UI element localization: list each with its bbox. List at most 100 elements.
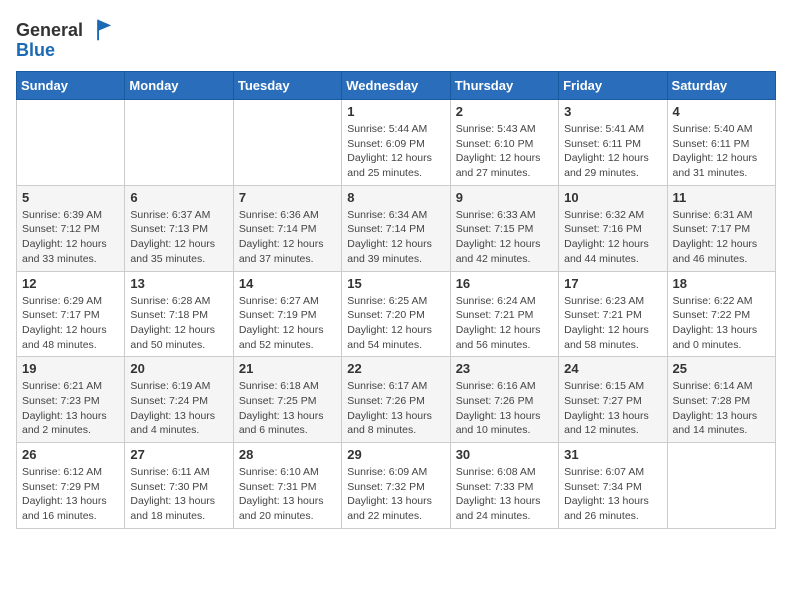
logo-flag-icon — [85, 16, 113, 44]
day-number: 27 — [130, 447, 227, 462]
day-number: 24 — [564, 361, 661, 376]
weekday-header-thursday: Thursday — [450, 72, 558, 100]
day-info: Sunrise: 6:29 AM Sunset: 7:17 PM Dayligh… — [22, 294, 119, 353]
day-number: 17 — [564, 276, 661, 291]
calendar-cell: 18Sunrise: 6:22 AM Sunset: 7:22 PM Dayli… — [667, 271, 775, 357]
calendar-cell: 5 Sunrise: 6:39 AM Sunset: 7:12 PM Daylig… — [17, 185, 125, 271]
calendar-cell: 20 Sunrise: 6:19 AM Sunset: 7:24 PM Dayli… — [125, 357, 233, 443]
calendar-cell: 21 Sunrise: 6:18 AM Sunset: 7:25 PM Dayli… — [233, 357, 341, 443]
day-number: 30 — [456, 447, 553, 462]
day-info: Sunrise: 6:11 AM Sunset: 7:30 PM Dayligh… — [130, 465, 227, 524]
day-number: 9 — [456, 190, 553, 205]
day-info: Sunrise: 6:28 AM Sunset: 7:18 PM Dayligh… — [130, 294, 227, 353]
day-info: Sunrise: 5:44 AM Sunset: 6:09 PM Dayligh… — [347, 122, 444, 181]
day-number: 16 — [456, 276, 553, 291]
day-number: 29 — [347, 447, 444, 462]
calendar-cell: 16 Sunrise: 6:24 AM Sunset: 7:21 PM Dayli… — [450, 271, 558, 357]
weekday-header-sunday: Sunday — [17, 72, 125, 100]
day-info: Sunrise: 6:37 AM Sunset: 7:13 PM Dayligh… — [130, 208, 227, 267]
calendar-cell — [125, 100, 233, 186]
day-number: 31 — [564, 447, 661, 462]
day-number: 1 — [347, 104, 444, 119]
page-header: General Blue — [16, 16, 776, 61]
day-info: Sunrise: 5:40 AM Sunset: 6:11 PM Dayligh… — [673, 122, 770, 181]
day-info: Sunrise: 6:18 AM Sunset: 7:25 PM Dayligh… — [239, 379, 336, 438]
calendar-cell: 26 Sunrise: 6:12 AM Sunset: 7:29 PM Dayli… — [17, 443, 125, 529]
logo: General Blue — [16, 16, 113, 61]
calendar-cell: 11 Sunrise: 6:31 AM Sunset: 7:17 PM Dayli… — [667, 185, 775, 271]
day-number: 12 — [22, 276, 119, 291]
day-number: 28 — [239, 447, 336, 462]
logo-general-text: General — [16, 20, 83, 41]
calendar-cell — [233, 100, 341, 186]
day-number: 11 — [673, 190, 770, 205]
day-info: Sunrise: 5:41 AM Sunset: 6:11 PM Dayligh… — [564, 122, 661, 181]
day-number: 25 — [673, 361, 770, 376]
day-number: 21 — [239, 361, 336, 376]
calendar-cell: 23 Sunrise: 6:16 AM Sunset: 7:26 PM Dayli… — [450, 357, 558, 443]
calendar-week-row: 12 Sunrise: 6:29 AM Sunset: 7:17 PM Dayli… — [17, 271, 776, 357]
day-info: Sunrise: 5:43 AM Sunset: 6:10 PM Dayligh… — [456, 122, 553, 181]
day-info: Sunrise: 6:39 AM Sunset: 7:12 PM Dayligh… — [22, 208, 119, 267]
weekday-header-tuesday: Tuesday — [233, 72, 341, 100]
calendar-cell: 9Sunrise: 6:33 AM Sunset: 7:15 PM Daylig… — [450, 185, 558, 271]
calendar-week-row: 5 Sunrise: 6:39 AM Sunset: 7:12 PM Daylig… — [17, 185, 776, 271]
day-info: Sunrise: 6:34 AM Sunset: 7:14 PM Dayligh… — [347, 208, 444, 267]
day-info: Sunrise: 6:21 AM Sunset: 7:23 PM Dayligh… — [22, 379, 119, 438]
day-info: Sunrise: 6:36 AM Sunset: 7:14 PM Dayligh… — [239, 208, 336, 267]
calendar-cell — [667, 443, 775, 529]
calendar-cell: 8Sunrise: 6:34 AM Sunset: 7:14 PM Daylig… — [342, 185, 450, 271]
calendar-cell: 22 Sunrise: 6:17 AM Sunset: 7:26 PM Dayli… — [342, 357, 450, 443]
day-info: Sunrise: 6:14 AM Sunset: 7:28 PM Dayligh… — [673, 379, 770, 438]
calendar-table: SundayMondayTuesdayWednesdayThursdayFrid… — [16, 71, 776, 529]
weekday-header-monday: Monday — [125, 72, 233, 100]
calendar-cell: 3 Sunrise: 5:41 AM Sunset: 6:11 PM Daylig… — [559, 100, 667, 186]
day-number: 23 — [456, 361, 553, 376]
day-info: Sunrise: 6:31 AM Sunset: 7:17 PM Dayligh… — [673, 208, 770, 267]
calendar-cell: 29 Sunrise: 6:09 AM Sunset: 7:32 PM Dayli… — [342, 443, 450, 529]
calendar-week-row: 26 Sunrise: 6:12 AM Sunset: 7:29 PM Dayli… — [17, 443, 776, 529]
calendar-cell: 19Sunrise: 6:21 AM Sunset: 7:23 PM Dayli… — [17, 357, 125, 443]
day-info: Sunrise: 6:16 AM Sunset: 7:26 PM Dayligh… — [456, 379, 553, 438]
weekday-header-friday: Friday — [559, 72, 667, 100]
day-number: 4 — [673, 104, 770, 119]
calendar-cell: 24 Sunrise: 6:15 AM Sunset: 7:27 PM Dayli… — [559, 357, 667, 443]
calendar-cell: 10Sunrise: 6:32 AM Sunset: 7:16 PM Dayli… — [559, 185, 667, 271]
day-info: Sunrise: 6:23 AM Sunset: 7:21 PM Dayligh… — [564, 294, 661, 353]
calendar-cell: 14Sunrise: 6:27 AM Sunset: 7:19 PM Dayli… — [233, 271, 341, 357]
day-info: Sunrise: 6:12 AM Sunset: 7:29 PM Dayligh… — [22, 465, 119, 524]
day-info: Sunrise: 6:17 AM Sunset: 7:26 PM Dayligh… — [347, 379, 444, 438]
calendar-cell: 17 Sunrise: 6:23 AM Sunset: 7:21 PM Dayli… — [559, 271, 667, 357]
day-number: 22 — [347, 361, 444, 376]
calendar-cell: 2Sunrise: 5:43 AM Sunset: 6:10 PM Daylig… — [450, 100, 558, 186]
weekday-header-wednesday: Wednesday — [342, 72, 450, 100]
calendar-cell: 25 Sunrise: 6:14 AM Sunset: 7:28 PM Dayli… — [667, 357, 775, 443]
weekday-header-saturday: Saturday — [667, 72, 775, 100]
calendar-cell: 6Sunrise: 6:37 AM Sunset: 7:13 PM Daylig… — [125, 185, 233, 271]
day-info: Sunrise: 6:09 AM Sunset: 7:32 PM Dayligh… — [347, 465, 444, 524]
calendar-cell: 1 Sunrise: 5:44 AM Sunset: 6:09 PM Daylig… — [342, 100, 450, 186]
calendar-week-row: 1 Sunrise: 5:44 AM Sunset: 6:09 PM Daylig… — [17, 100, 776, 186]
day-number: 5 — [22, 190, 119, 205]
calendar-cell: 31 Sunrise: 6:07 AM Sunset: 7:34 PM Dayli… — [559, 443, 667, 529]
day-info: Sunrise: 6:19 AM Sunset: 7:24 PM Dayligh… — [130, 379, 227, 438]
calendar-cell: 12 Sunrise: 6:29 AM Sunset: 7:17 PM Dayli… — [17, 271, 125, 357]
day-info: Sunrise: 6:15 AM Sunset: 7:27 PM Dayligh… — [564, 379, 661, 438]
day-number: 26 — [22, 447, 119, 462]
weekday-header-row: SundayMondayTuesdayWednesdayThursdayFrid… — [17, 72, 776, 100]
calendar-cell: 30 Sunrise: 6:08 AM Sunset: 7:33 PM Dayli… — [450, 443, 558, 529]
day-info: Sunrise: 6:25 AM Sunset: 7:20 PM Dayligh… — [347, 294, 444, 353]
day-info: Sunrise: 6:08 AM Sunset: 7:33 PM Dayligh… — [456, 465, 553, 524]
calendar-cell: 28Sunrise: 6:10 AM Sunset: 7:31 PM Dayli… — [233, 443, 341, 529]
day-number: 13 — [130, 276, 227, 291]
calendar-cell: 27 Sunrise: 6:11 AM Sunset: 7:30 PM Dayli… — [125, 443, 233, 529]
day-number: 20 — [130, 361, 227, 376]
day-number: 3 — [564, 104, 661, 119]
day-number: 7 — [239, 190, 336, 205]
day-info: Sunrise: 6:24 AM Sunset: 7:21 PM Dayligh… — [456, 294, 553, 353]
calendar-week-row: 19Sunrise: 6:21 AM Sunset: 7:23 PM Dayli… — [17, 357, 776, 443]
calendar-cell: 4 Sunrise: 5:40 AM Sunset: 6:11 PM Daylig… — [667, 100, 775, 186]
day-info: Sunrise: 6:27 AM Sunset: 7:19 PM Dayligh… — [239, 294, 336, 353]
day-info: Sunrise: 6:07 AM Sunset: 7:34 PM Dayligh… — [564, 465, 661, 524]
calendar-cell: 15Sunrise: 6:25 AM Sunset: 7:20 PM Dayli… — [342, 271, 450, 357]
